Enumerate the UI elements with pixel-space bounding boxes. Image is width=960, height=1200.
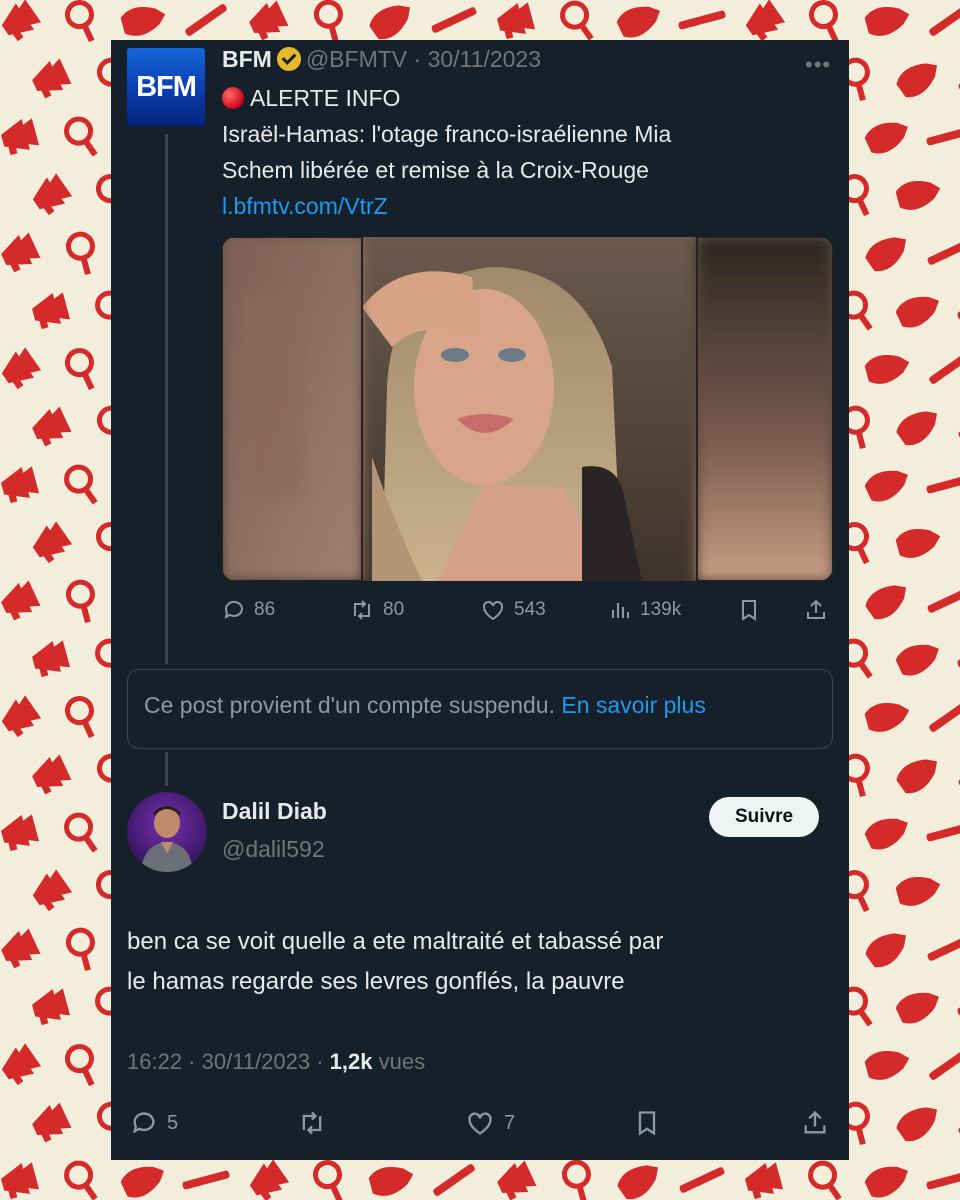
tweet-body: ALERTE INFO Israël-Hamas: l'otage franco… [222, 80, 822, 224]
tweet-text-line-2: Schem libérée et remise à la Croix-Rouge [222, 157, 649, 183]
views-count: 139k [640, 599, 682, 620]
share-button[interactable] [804, 598, 828, 622]
reply-date[interactable]: 30/11/2023 [202, 1049, 310, 1074]
reply-time[interactable]: 16:22 [127, 1049, 182, 1074]
avatar-image [141, 806, 193, 872]
repost-count: 80 [383, 599, 405, 620]
heart-icon [468, 1112, 492, 1135]
views-button[interactable]: 139k [608, 598, 681, 622]
thread-line [165, 134, 168, 664]
tweet-photo[interactable] [222, 237, 833, 581]
heart-icon [483, 600, 503, 621]
thread-line-2 [165, 752, 168, 786]
like-button[interactable]: 543 [480, 598, 546, 622]
bfm-logo-text: BFM [136, 70, 197, 103]
follow-button[interactable]: Suivre [709, 797, 819, 837]
tweet-text-line-1: Israël-Hamas: l'otage franco-israélienne… [222, 121, 672, 147]
red-circle-emoji-icon [222, 87, 244, 109]
tweet-date[interactable]: 30/11/2023 [428, 46, 541, 72]
reply-button[interactable]: 86 [222, 598, 275, 622]
bfm-avatar[interactable]: BFM [127, 48, 205, 126]
reply-author-name[interactable]: Dalil Diab [222, 798, 327, 825]
repost-button[interactable]: 80 [349, 598, 404, 622]
repost-icon [354, 600, 370, 620]
more-options-icon[interactable]: ••• [805, 52, 831, 78]
reply-text-line-2: le hamas regarde ses levres gonflés, la … [127, 968, 625, 995]
views-chart-icon [612, 603, 629, 618]
like-count: 543 [514, 599, 546, 620]
learn-more-link[interactable]: En savoir plus [561, 692, 705, 718]
reply-tweet-reply-count: 5 [167, 1111, 179, 1134]
reply-tweet-like-button[interactable]: 7 [464, 1109, 515, 1137]
reply-text-line-1: ben ca se voit quelle a ete maltraité et… [127, 928, 664, 955]
reply-tweet-like-count: 7 [504, 1111, 516, 1134]
reply-author-handle[interactable]: @dalil592 [222, 836, 325, 863]
tweet-screenshot-card: BFM BFM @BFMTV · 30/11/2023 ••• ALERTE IN… [111, 40, 849, 1160]
alert-label: ALERTE INFO [250, 85, 401, 111]
reply-meta: 16:22 · 30/11/2023 · 1,2k vues [127, 1049, 426, 1074]
bookmark-button[interactable] [737, 598, 761, 622]
reply-views-label: vues [378, 1049, 426, 1074]
share-icon [804, 1110, 826, 1134]
reply-icon [132, 1112, 155, 1134]
reply-tweet-share-button[interactable] [801, 1109, 829, 1137]
reply-count: 86 [254, 599, 276, 620]
share-icon [807, 599, 825, 619]
reply-tweet-reply-button[interactable]: 5 [129, 1109, 178, 1137]
photo-image [222, 237, 833, 581]
bookmark-icon [638, 1111, 656, 1136]
tweet-link[interactable]: l.bfmtv.com/VtrZ [222, 193, 388, 219]
reply-body: ben ca se voit quelle a ete maltraité et… [127, 922, 837, 1002]
user-avatar[interactable] [127, 792, 207, 872]
verified-badge-icon [276, 47, 301, 71]
reply-icon [224, 600, 243, 619]
suspended-account-notice: Ce post provient d'un compte suspendu. E… [127, 669, 833, 749]
repost-icon [302, 1111, 322, 1135]
bookmark-icon [742, 600, 756, 621]
author-name[interactable]: BFM [222, 46, 272, 72]
reply-tweet-bookmark-button[interactable] [633, 1109, 661, 1137]
reply-views-count: 1,2k [329, 1049, 373, 1074]
author-handle[interactable]: @BFMTV [306, 46, 407, 72]
tweet-header: BFM @BFMTV · 30/11/2023 [222, 46, 541, 73]
notice-text: Ce post provient d'un compte suspendu. [144, 692, 555, 718]
reply-tweet-repost-button[interactable] [296, 1109, 328, 1137]
